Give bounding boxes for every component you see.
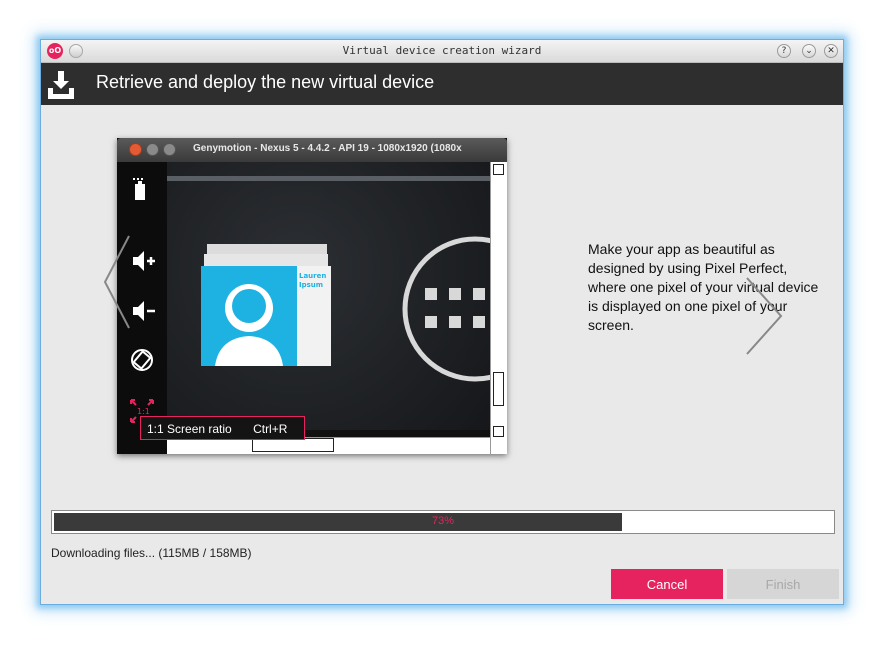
next-slide-icon[interactable] — [744, 276, 784, 356]
status-strip — [167, 176, 490, 181]
minimize-button[interactable]: ⌄ — [802, 44, 816, 58]
preview-maximize-icon — [163, 143, 176, 156]
preview-minimize-icon — [146, 143, 159, 156]
pixel-perfect-tooltip: 1:1 Screen ratio Ctrl+R — [140, 416, 305, 440]
volume-up-icon — [133, 251, 155, 271]
preview-window-title: Genymotion - Nexus 5 - 4.4.2 - API 19 - … — [193, 143, 462, 154]
battery-icon — [133, 178, 145, 200]
cancel-button[interactable]: Cancel — [611, 569, 723, 599]
contact-card: Lauren Ipsum — [201, 266, 331, 366]
scroll-up-icon — [493, 164, 504, 175]
contact-photo — [201, 266, 297, 366]
download-progress-bar: 73% — [51, 510, 835, 534]
download-status: Downloading files... (115MB / 158MB) — [51, 546, 252, 560]
finish-button[interactable]: Finish — [727, 569, 839, 599]
hscroll-thumb — [252, 438, 334, 452]
scroll-thumb — [493, 372, 504, 406]
preview-close-icon — [129, 143, 142, 156]
wizard-window: oO Virtual device creation wizard ? ⌄ ✕ … — [40, 39, 844, 605]
preview-title-bar: Genymotion - Nexus 5 - 4.4.2 - API 19 - … — [117, 138, 507, 162]
tooltip-shortcut: Ctrl+R — [253, 422, 288, 436]
previous-slide-icon[interactable] — [103, 234, 131, 330]
scroll-down-icon — [493, 426, 504, 437]
title-bar: oO Virtual device creation wizard ? ⌄ ✕ — [41, 40, 843, 63]
person-icon — [215, 284, 283, 366]
contact-name: Lauren Ipsum — [299, 272, 327, 289]
ratio-label: 1:1 — [137, 407, 150, 416]
feature-description: Make your app as beautiful as designed b… — [588, 241, 819, 333]
close-button[interactable]: ✕ — [824, 44, 838, 58]
app-drawer-icon — [402, 236, 490, 382]
download-deploy-icon — [48, 71, 74, 99]
volume-down-icon — [133, 301, 155, 321]
rotate-icon — [131, 349, 153, 371]
progress-label: 73% — [431, 515, 455, 527]
window-title: Virtual device creation wizard — [342, 44, 542, 57]
tooltip-label: 1:1 Screen ratio — [147, 422, 232, 436]
preview-vertical-scrollbar — [490, 162, 507, 454]
pixel-perfect-preview: Genymotion - Nexus 5 - 4.4.2 - API 19 - … — [117, 138, 507, 454]
page-title: Retrieve and deploy the new virtual devi… — [96, 72, 435, 92]
help-button[interactable]: ? — [777, 44, 791, 58]
wizard-header: Retrieve and deploy the new virtual devi… — [41, 63, 843, 105]
emulator-screen: Lauren Ipsum — [167, 162, 490, 430]
